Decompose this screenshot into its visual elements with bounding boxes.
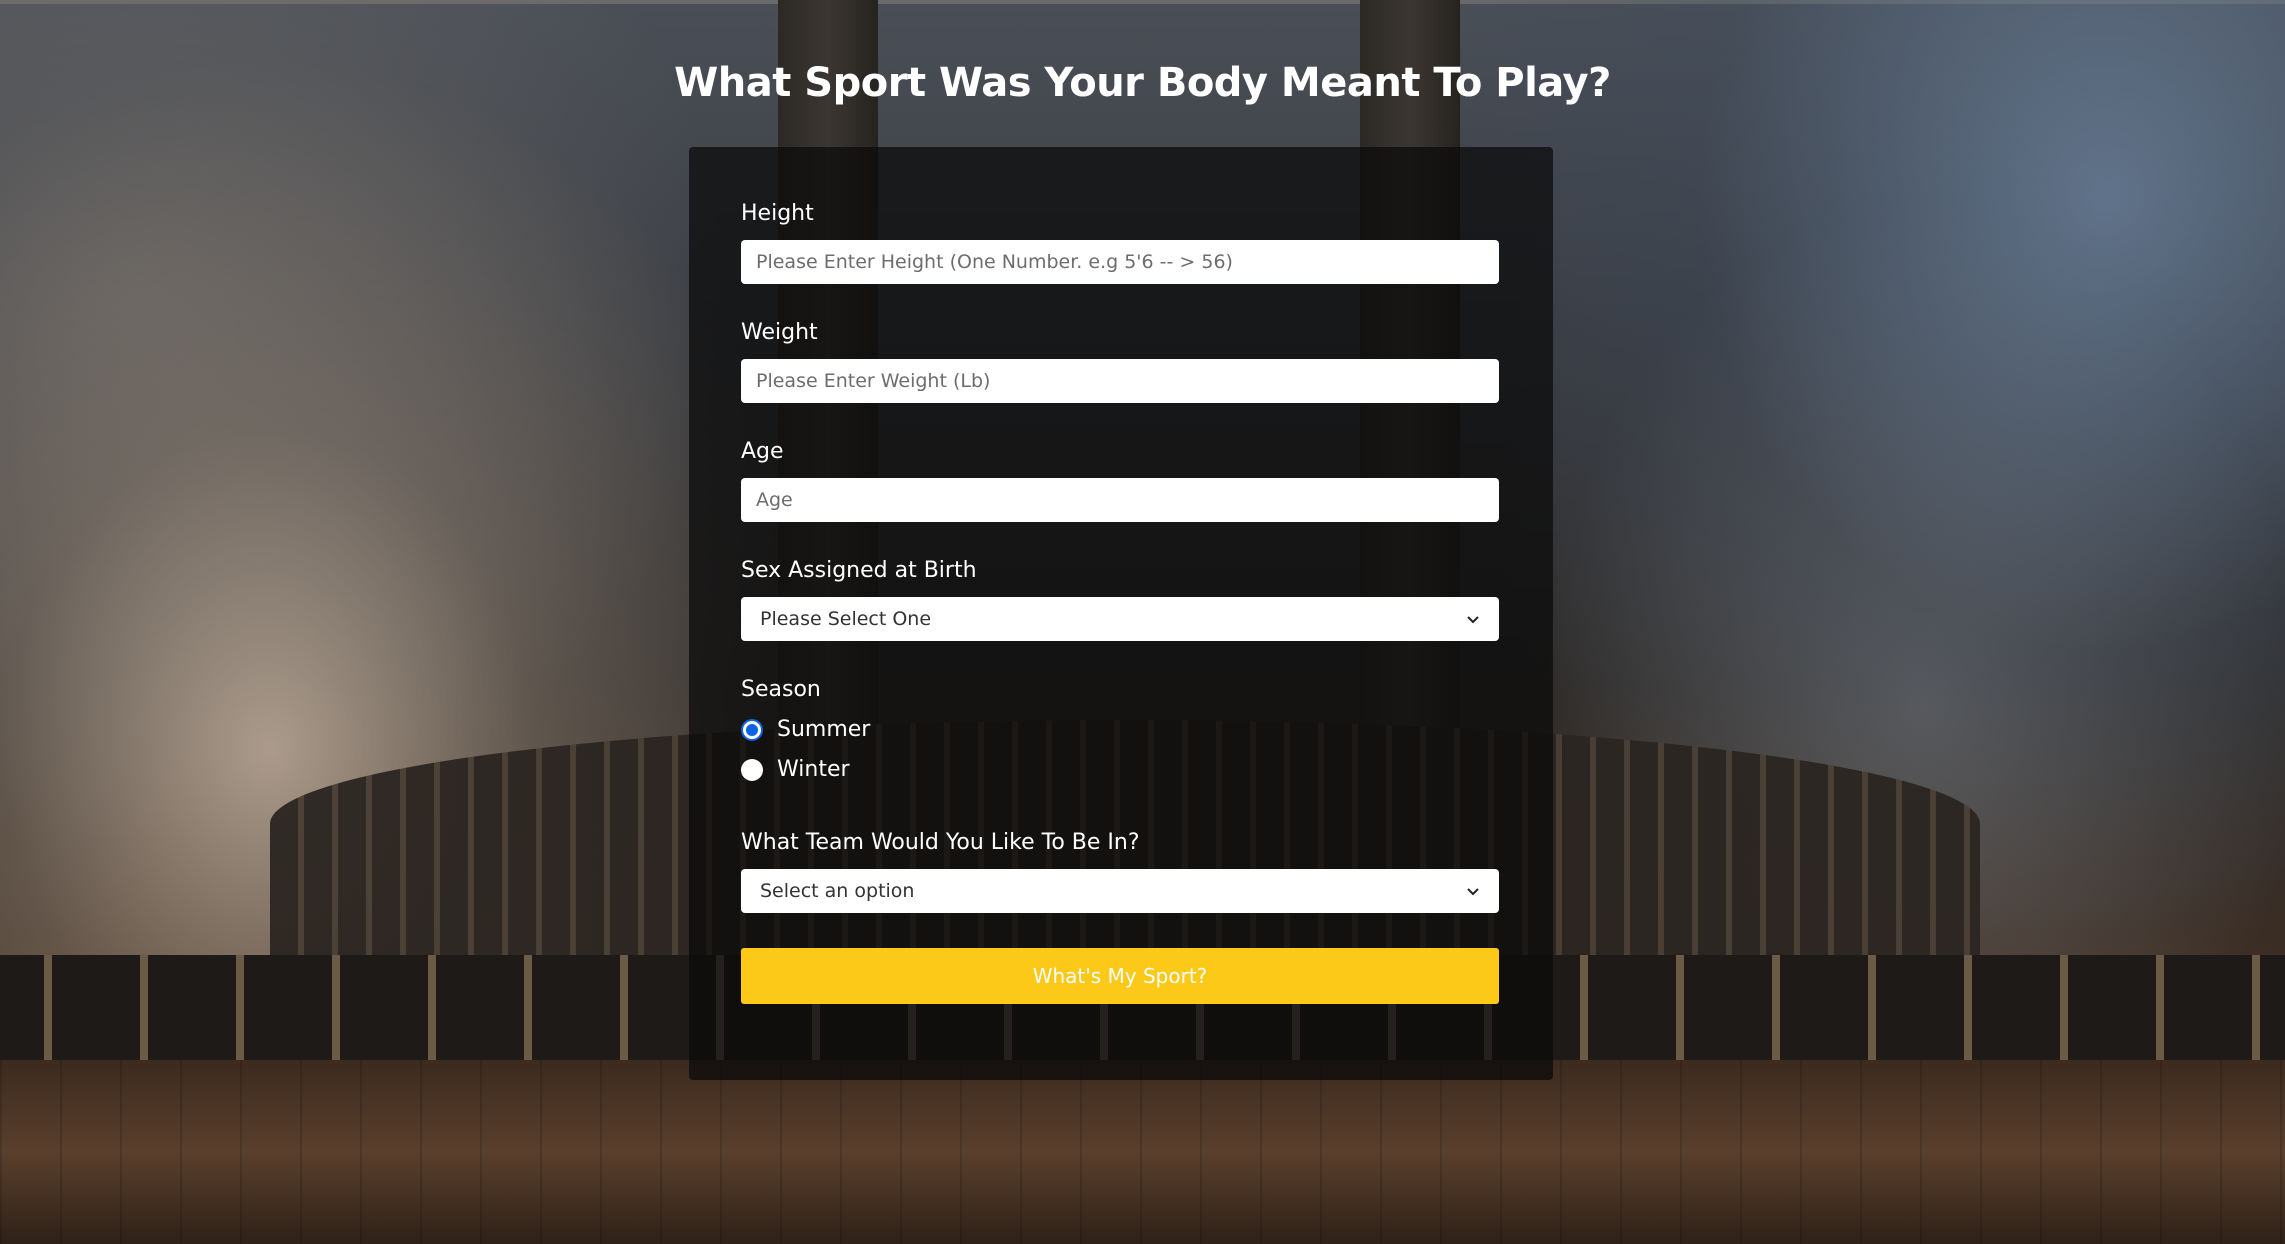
weight-label: Weight (741, 320, 818, 345)
chevron-down-icon (1467, 888, 1479, 896)
age-input[interactable] (741, 478, 1499, 522)
page-root: What Sport Was Your Body Meant To Play? … (0, 0, 2285, 1244)
height-input[interactable] (741, 240, 1499, 284)
submit-button[interactable]: What's My Sport? (741, 948, 1499, 1004)
radio-button-winter[interactable] (741, 758, 763, 781)
height-label: Height (741, 201, 814, 226)
sex-label: Sex Assigned at Birth (741, 558, 977, 583)
season-radio-winter[interactable]: Winter (741, 757, 850, 782)
age-label: Age (741, 439, 784, 464)
sport-quiz-form: Height Weight Age Sex Assigned at Birth … (689, 147, 1553, 1080)
team-label: What Team Would You Like To Be In? (741, 830, 1140, 855)
sex-select[interactable]: Please Select One (741, 597, 1499, 641)
season-option-label: Summer (777, 717, 871, 742)
radio-button-summer[interactable] (741, 718, 763, 741)
chevron-down-icon (1467, 616, 1479, 624)
season-radio-summer[interactable]: Summer (741, 717, 870, 742)
team-select-value: Select an option (760, 880, 915, 902)
season-label: Season (741, 677, 821, 702)
background-ground (0, 1060, 2285, 1244)
season-option-label: Winter (777, 757, 850, 782)
sex-select-value: Please Select One (760, 608, 932, 630)
team-select[interactable]: Select an option (741, 869, 1499, 913)
page-title: What Sport Was Your Body Meant To Play? (674, 60, 1611, 106)
weight-input[interactable] (741, 359, 1499, 403)
